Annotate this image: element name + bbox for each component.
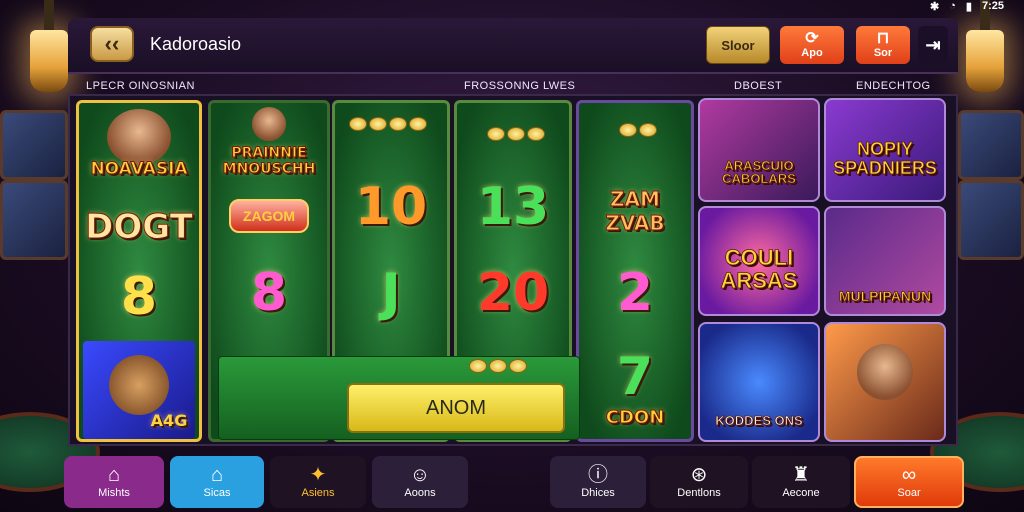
wolf-portrait — [109, 355, 169, 415]
game-tile-mulpipanun[interactable]: MULPIPANUN — [824, 206, 946, 316]
reel-1[interactable]: NOAVASIA DOGT 8 A4G — [76, 100, 202, 442]
app-button[interactable]: ⟳ Apo — [780, 26, 844, 64]
reel-2-mid-badge: ZAGOM — [229, 199, 309, 233]
spin-button[interactable]: ANOM — [347, 383, 565, 433]
nav-dentlons[interactable]: ⊛ Dentlons — [650, 456, 748, 508]
game-tile-nopiy[interactable]: NOPIY SPADNIERS — [824, 98, 946, 202]
home-icon: ⌂ — [107, 464, 121, 486]
nav-label: Aecone — [782, 487, 820, 499]
infinity-icon: ∞ — [901, 464, 917, 486]
reel-5-bottom-label: CDON — [605, 407, 665, 429]
nav-soar[interactable]: ∞ Soar — [854, 456, 964, 508]
back-arrow-icon: ‹‹ — [104, 31, 120, 56]
nav-mishts[interactable]: ⌂ Mishts — [64, 456, 164, 508]
nav-label: Sicas — [203, 487, 231, 499]
reel-1-top-label: NOAVASIA — [90, 159, 188, 180]
nav-sicas[interactable]: ⌂ Sicas — [170, 456, 264, 508]
reel-4-number-bottom: 20 — [476, 263, 550, 323]
reel-5-number-top: 2 — [616, 263, 654, 323]
background-slot-machine-left-lower — [0, 180, 68, 260]
section-heading-deposit: DBOEST — [734, 80, 783, 92]
nav-aoons[interactable]: ☺ Aoons — [372, 456, 468, 508]
game-tile-label: COULI ARSAS — [720, 244, 798, 293]
game-tile-label: KODDES ONS — [715, 413, 803, 429]
man-portrait — [252, 107, 286, 141]
lantern-left — [30, 0, 68, 92]
shop-button[interactable]: Sloor — [706, 26, 770, 64]
reel-1-number: 8 — [120, 267, 158, 327]
game-tile-koddes[interactable]: KODDES ONS — [698, 322, 820, 442]
reel-4-number-top: 13 — [476, 177, 550, 237]
bluetooth-icon: ✱ — [930, 0, 940, 13]
nav-label: Mishts — [98, 487, 130, 499]
chat-icon: ☺ — [409, 464, 431, 486]
reel-5[interactable]: ZAM ZVAB 2 7 CDON — [576, 100, 694, 442]
wifi-icon: ◔ — [949, 0, 956, 12]
background-slot-machine-right-lower — [958, 180, 1024, 260]
section-heading-promotions: LPECR OINOSNIAN — [86, 80, 195, 92]
menu-icon: ⇥ — [925, 34, 941, 55]
coin-stack — [349, 117, 427, 131]
game-tile-couli[interactable]: COULI ARSAS — [698, 206, 820, 316]
reel-2-top-label: PRAINNIE MNOUSCHH — [222, 145, 316, 178]
reel-5-number-bottom: 7 — [616, 347, 654, 407]
pets-icon: ✦ — [309, 464, 327, 486]
cowboy-portrait — [107, 109, 171, 165]
gate-icon: ⊓ — [876, 30, 890, 47]
top-bar: ‹‹ Kadoroasio Sloor ⟳ Apo ⊓ Sor ⇥ — [68, 18, 958, 74]
menu-button[interactable]: ⇥ — [918, 26, 948, 64]
info-icon: ⓘ — [588, 464, 608, 486]
game-tile-arascuio[interactable]: ARASCUIO CABOLARS — [698, 98, 820, 202]
coin-stack — [487, 127, 545, 141]
house-icon: ⌂ — [210, 464, 224, 486]
reel-2-number: 8 — [250, 263, 288, 323]
coin-stack — [619, 123, 657, 137]
status-bar: ✱ ◔ ▮ 7:25 — [930, 0, 1004, 13]
sub-button[interactable]: ⊓ Sor — [856, 26, 910, 64]
game-tile-label: NOPIY SPADNIERS — [833, 139, 937, 179]
section-heading-featured: FROSSONNG LWES — [464, 80, 576, 92]
sub-button-label: Sor — [873, 47, 893, 59]
app-button-label: Apo — [801, 47, 823, 59]
refresh-icon: ⟳ — [805, 30, 819, 47]
reel-3-number-bottom: J — [381, 263, 401, 323]
captain-portrait — [857, 344, 913, 400]
nav-label: Soar — [897, 487, 921, 499]
section-heading-encoding: ENDECHTOG — [856, 80, 931, 92]
back-button[interactable]: ‹‹ — [90, 26, 134, 62]
nav-label: Dhices — [581, 487, 615, 499]
nav-dhices[interactable]: ⓘ Dhices — [550, 456, 646, 508]
nav-aecone[interactable]: ♜ Aecone — [752, 456, 850, 508]
battery-icon: ▮ — [965, 0, 972, 13]
reel-3-number-top: 10 — [354, 177, 428, 237]
reel-5-top-label: ZAM ZVAB — [605, 187, 665, 236]
nav-label: Dentlons — [677, 487, 721, 499]
game-tile-captain[interactable] — [824, 322, 946, 442]
app-title: Kadoroasio — [150, 34, 242, 54]
nav-label: Asiens — [301, 487, 335, 499]
reel-1-bottom-label: A4G — [150, 411, 188, 430]
game-tile-label: MULPIPANUN — [838, 288, 932, 305]
nav-label: Aoons — [404, 487, 436, 499]
wolf-character-tile: A4G — [83, 341, 195, 439]
lantern-right — [966, 0, 1004, 92]
person-icon: ♜ — [792, 464, 810, 486]
shop-button-label: Sloor — [721, 37, 755, 53]
target-icon: ⊛ — [690, 464, 708, 486]
game-tile-label: ARASCUIO CABOLARS — [722, 157, 796, 187]
reel-1-mid-label: DOGT — [85, 207, 194, 248]
background-slot-machine-left — [0, 110, 68, 180]
nav-asiens[interactable]: ✦ Asiens — [270, 456, 366, 508]
action-strip: ANOM — [218, 356, 580, 440]
clock: 7:25 — [981, 0, 1004, 12]
background-slot-machine-right — [958, 110, 1024, 180]
coin-stack — [469, 359, 527, 373]
